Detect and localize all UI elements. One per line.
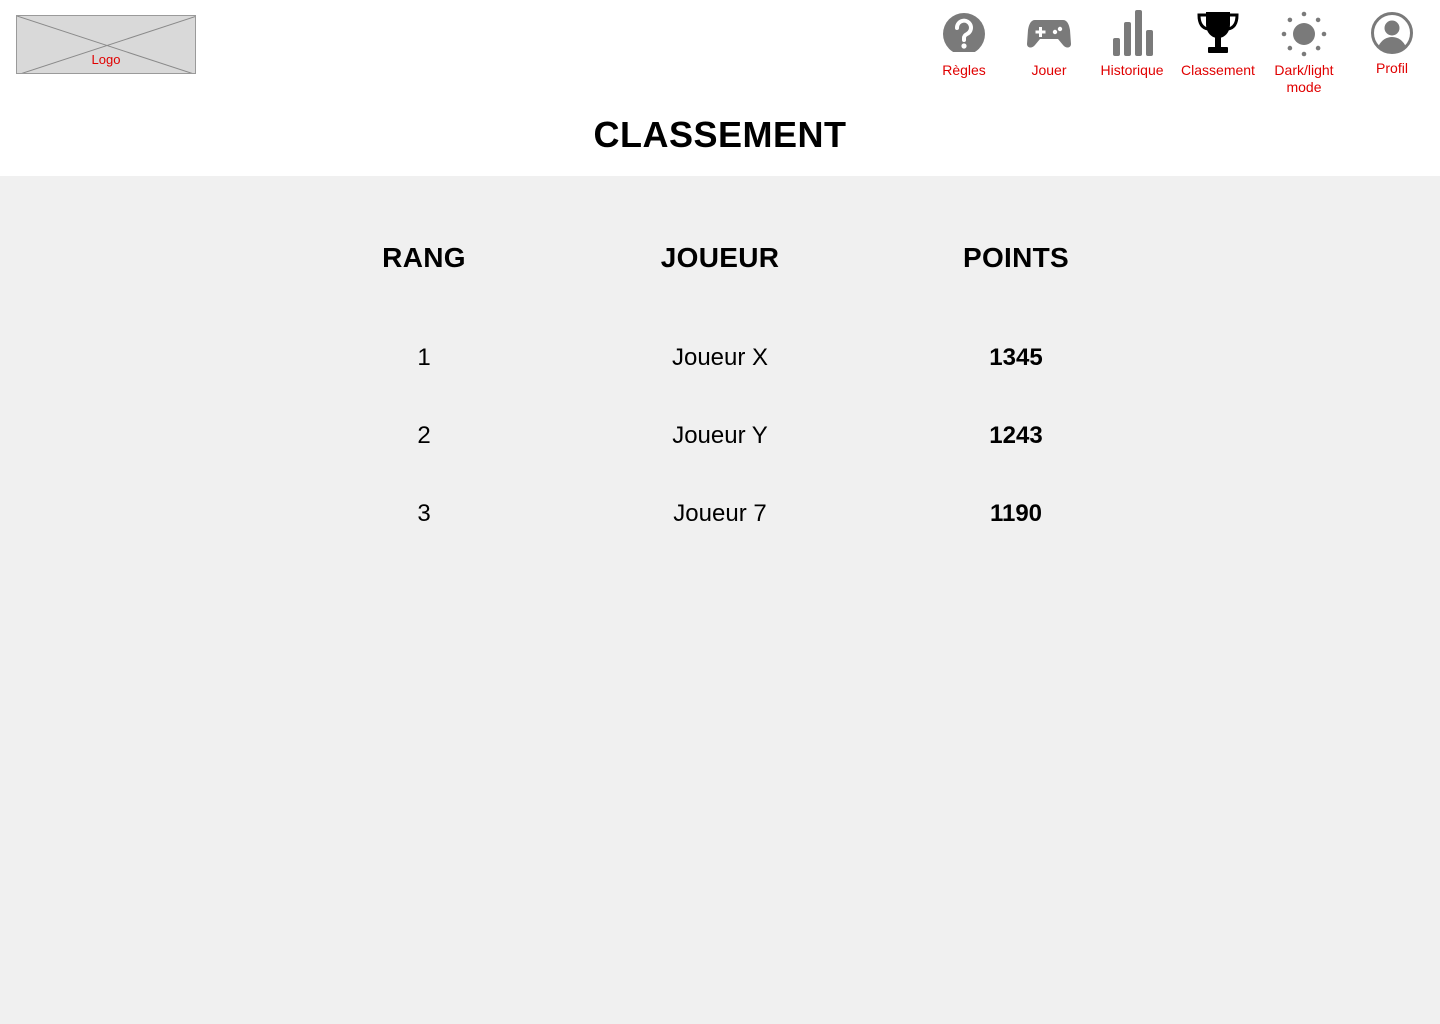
nav-label-regles: Règles xyxy=(942,62,986,78)
logo[interactable]: Logo xyxy=(16,15,196,74)
nav-item-dark-light-mode[interactable]: Dark/light mode xyxy=(1259,8,1349,96)
row-player: Joueur X xyxy=(671,344,769,371)
page-title: CLASSEMENT xyxy=(593,114,847,155)
row-points: 1190 xyxy=(989,500,1043,527)
help-circle-icon xyxy=(919,8,1009,62)
row-points: 1345 xyxy=(989,344,1043,371)
column-header-rang: RANG xyxy=(382,242,466,273)
column-header-points: POINTS xyxy=(962,242,1070,273)
sun-icon xyxy=(1259,8,1349,62)
gamepad-icon xyxy=(1004,8,1094,62)
nav-label-profil: Profil xyxy=(1376,60,1408,76)
trophy-icon xyxy=(1173,8,1263,62)
nav-label-classement: Classement xyxy=(1181,62,1255,78)
nav-label-jouer: Jouer xyxy=(1031,62,1067,78)
nav-label-historique: Historique xyxy=(1100,62,1164,78)
bar-chart-icon xyxy=(1087,8,1177,62)
nav-item-classement[interactable]: Classement xyxy=(1173,8,1263,79)
nav-item-historique[interactable]: Historique xyxy=(1087,8,1177,79)
row-rank: 3 xyxy=(417,500,431,527)
row-player: Joueur 7 xyxy=(673,500,767,527)
logo-label: Logo xyxy=(91,52,121,67)
user-circle-icon xyxy=(1347,8,1437,60)
column-header-joueur: JOUEUR xyxy=(660,242,780,273)
row-player: Joueur Y xyxy=(672,422,768,449)
nav-item-jouer[interactable]: Jouer xyxy=(1004,8,1094,79)
nav-label-dark-light-mode: Dark/light mode xyxy=(1274,62,1334,95)
leaderboard-panel: RANG JOUEUR POINTS 1 Joueur X 1345 2 Jou… xyxy=(0,176,1440,1024)
nav-item-regles[interactable]: Règles xyxy=(919,8,1009,79)
row-points: 1243 xyxy=(989,422,1043,449)
row-rank: 1 xyxy=(417,344,431,371)
row-rank: 2 xyxy=(417,422,431,449)
nav-item-profil[interactable]: Profil xyxy=(1347,8,1437,77)
header: Logo Règles Jouer Historique Classement … xyxy=(0,0,1440,176)
